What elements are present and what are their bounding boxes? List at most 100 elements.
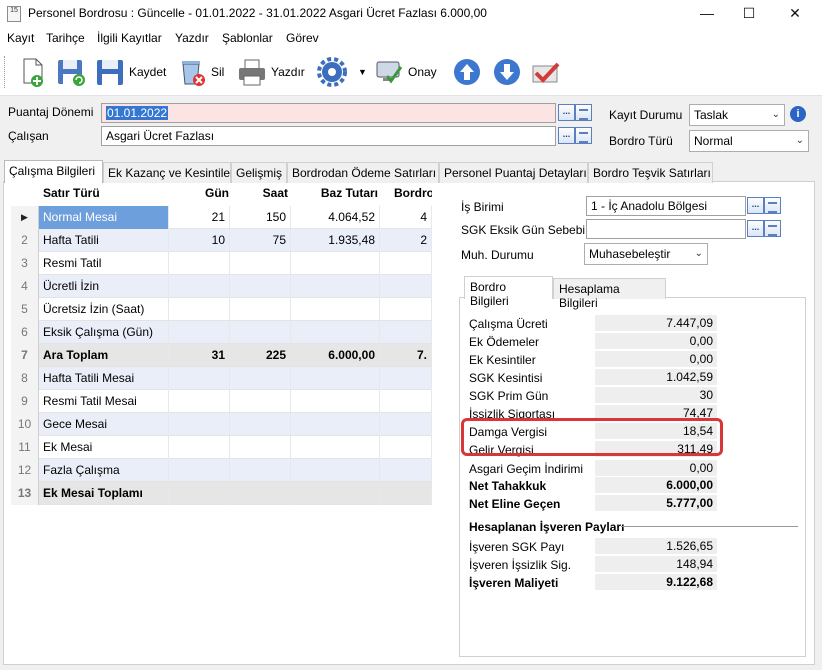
cell-saat[interactable]	[230, 436, 291, 459]
new-record-button[interactable]	[18, 54, 50, 90]
cell-baz[interactable]	[291, 275, 380, 298]
cell-saat[interactable]	[230, 459, 291, 482]
cell-name[interactable]: Normal Mesai	[39, 206, 169, 229]
cell-baz[interactable]	[291, 390, 380, 413]
cell-bordro[interactable]: 2	[380, 229, 432, 252]
checklist-button[interactable]	[530, 54, 562, 90]
cell-saat[interactable]: 150	[230, 206, 291, 229]
close-button[interactable]: ✕	[772, 0, 818, 28]
table-row[interactable]: 8 Hafta Tatili Mesai	[11, 367, 432, 390]
cell-name[interactable]: Gece Mesai	[39, 413, 169, 436]
tab-calisma-bilgileri[interactable]: Çalışma Bilgileri	[4, 160, 103, 183]
cell-idx[interactable]: 11	[11, 436, 39, 459]
cell-baz[interactable]	[291, 298, 380, 321]
menu-sablonlar[interactable]: Şablonlar	[222, 31, 273, 45]
cell-bordro[interactable]	[380, 321, 432, 344]
save-refresh-button[interactable]	[55, 54, 87, 90]
table-row[interactable]: 7 Ara Toplam 31 225 6.000,00 7.	[11, 344, 432, 367]
cell-saat[interactable]	[230, 413, 291, 436]
settings-dropdown-button[interactable]: ▼	[316, 54, 367, 90]
tab-bordro-bilgileri[interactable]: Bordro Bilgileri	[464, 276, 553, 308]
cell-gun[interactable]	[169, 459, 230, 482]
kayit-durumu-select[interactable]: Taslak ⌄	[689, 104, 785, 126]
cell-gun[interactable]	[169, 321, 230, 344]
cell-baz[interactable]	[291, 252, 380, 275]
cell-gun[interactable]	[169, 367, 230, 390]
tab-puantaj-detaylari[interactable]: Personel Puantaj Detayları	[439, 162, 588, 183]
cell-idx[interactable]: 9	[11, 390, 39, 413]
cell-gun[interactable]	[169, 413, 230, 436]
calisan-lookup-button[interactable]: ...	[558, 127, 575, 144]
cell-baz[interactable]: 6.000,00	[291, 344, 380, 367]
cell-idx[interactable]: 12	[11, 459, 39, 482]
cell-gun[interactable]	[169, 436, 230, 459]
table-row[interactable]: 6 Eksik Çalışma (Gün)	[11, 321, 432, 344]
cell-idx[interactable]: 5	[11, 298, 39, 321]
cell-bordro[interactable]	[380, 390, 432, 413]
menu-tarihce[interactable]: Tarihçe	[46, 31, 85, 45]
cell-saat[interactable]	[230, 275, 291, 298]
cell-bordro[interactable]	[380, 367, 432, 390]
cell-baz[interactable]	[291, 321, 380, 344]
calisan-field[interactable]: Asgari Ücret Fazlası	[101, 126, 556, 146]
table-row[interactable]: 4 Ücretli İzin	[11, 275, 432, 298]
sgk-eksik-lookup-button[interactable]: ...	[747, 220, 764, 237]
cell-saat[interactable]	[230, 298, 291, 321]
cell-baz[interactable]	[291, 413, 380, 436]
cell-baz[interactable]	[291, 459, 380, 482]
cell-idx[interactable]: 2	[11, 229, 39, 252]
table-row[interactable]: Normal Mesai 21 150 4.064,52 4 ▶	[11, 206, 432, 229]
cell-gun[interactable]: 21	[169, 206, 230, 229]
save-button[interactable]: Kaydet	[94, 54, 166, 90]
cell-name[interactable]: Resmi Tatil Mesai	[39, 390, 169, 413]
cell-saat[interactable]	[230, 390, 291, 413]
cell-name[interactable]: Ücretsiz İzin (Saat)	[39, 298, 169, 321]
toolbar-grip[interactable]	[4, 56, 7, 88]
cell-saat[interactable]: 75	[230, 229, 291, 252]
tab-odeme-satirlari[interactable]: Bordrodan Ödeme Satırları	[287, 162, 439, 183]
puantaj-lookup-button[interactable]: ...	[558, 104, 575, 121]
is-birimi-field[interactable]: 1 - İç Anadolu Bölgesi	[586, 196, 746, 216]
calisan-list-button[interactable]	[575, 127, 592, 144]
move-down-button[interactable]	[491, 54, 523, 90]
cell-name[interactable]: Eksik Çalışma (Gün)	[39, 321, 169, 344]
cell-gun[interactable]	[169, 252, 230, 275]
table-row[interactable]: 2 Hafta Tatili 10 75 1.935,48 2	[11, 229, 432, 252]
cell-idx[interactable]: 3	[11, 252, 39, 275]
menu-ilgili-kayitlar[interactable]: İlgili Kayıtlar	[97, 31, 162, 45]
cell-name[interactable]: Ek Mesai Toplamı	[39, 482, 169, 505]
col-header-gun[interactable]: Gün	[171, 186, 229, 204]
print-button[interactable]: Yazdır	[236, 54, 305, 90]
cell-idx[interactable]: 8	[11, 367, 39, 390]
cell-gun[interactable]	[169, 482, 230, 505]
cell-idx[interactable]: 7	[11, 344, 39, 367]
is-birimi-lookup-button[interactable]: ...	[747, 197, 764, 214]
cell-saat[interactable]	[230, 367, 291, 390]
col-header-bordro[interactable]: Bordro	[394, 186, 432, 204]
cell-bordro[interactable]	[380, 482, 432, 505]
col-header-satir-turu[interactable]: Satır Türü	[43, 186, 100, 204]
cell-idx[interactable]: 10	[11, 413, 39, 436]
cell-saat[interactable]	[230, 321, 291, 344]
cell-name[interactable]: Hafta Tatili	[39, 229, 169, 252]
cell-bordro[interactable]	[380, 298, 432, 321]
sgk-eksik-list-button[interactable]	[764, 220, 781, 237]
muh-durumu-select[interactable]: Muhasebeleştir ⌄	[584, 243, 708, 265]
minimize-button[interactable]: —	[684, 0, 730, 28]
tab-tesvik-satirlari[interactable]: Bordro Teşvik Satırları	[588, 162, 713, 183]
cell-name[interactable]: Ek Mesai	[39, 436, 169, 459]
cell-idx[interactable]: 6	[11, 321, 39, 344]
is-birimi-list-button[interactable]	[764, 197, 781, 214]
table-row[interactable]: 10 Gece Mesai	[11, 413, 432, 436]
cell-idx[interactable]: 4	[11, 275, 39, 298]
cell-name[interactable]: Ücretli İzin	[39, 275, 169, 298]
tab-ek-kazanc[interactable]: Ek Kazanç ve Kesintiler	[103, 162, 234, 183]
cell-saat[interactable]: 225	[230, 344, 291, 367]
col-header-baz-tutari[interactable]: Baz Tutarı	[291, 186, 378, 204]
menu-yazdir[interactable]: Yazdır	[175, 31, 209, 45]
cell-gun[interactable]	[169, 390, 230, 413]
cell-baz[interactable]: 1.935,48	[291, 229, 380, 252]
cell-name[interactable]: Fazla Çalışma	[39, 459, 169, 482]
cell-idx[interactable]: 13	[11, 482, 39, 505]
cell-bordro[interactable]	[380, 413, 432, 436]
